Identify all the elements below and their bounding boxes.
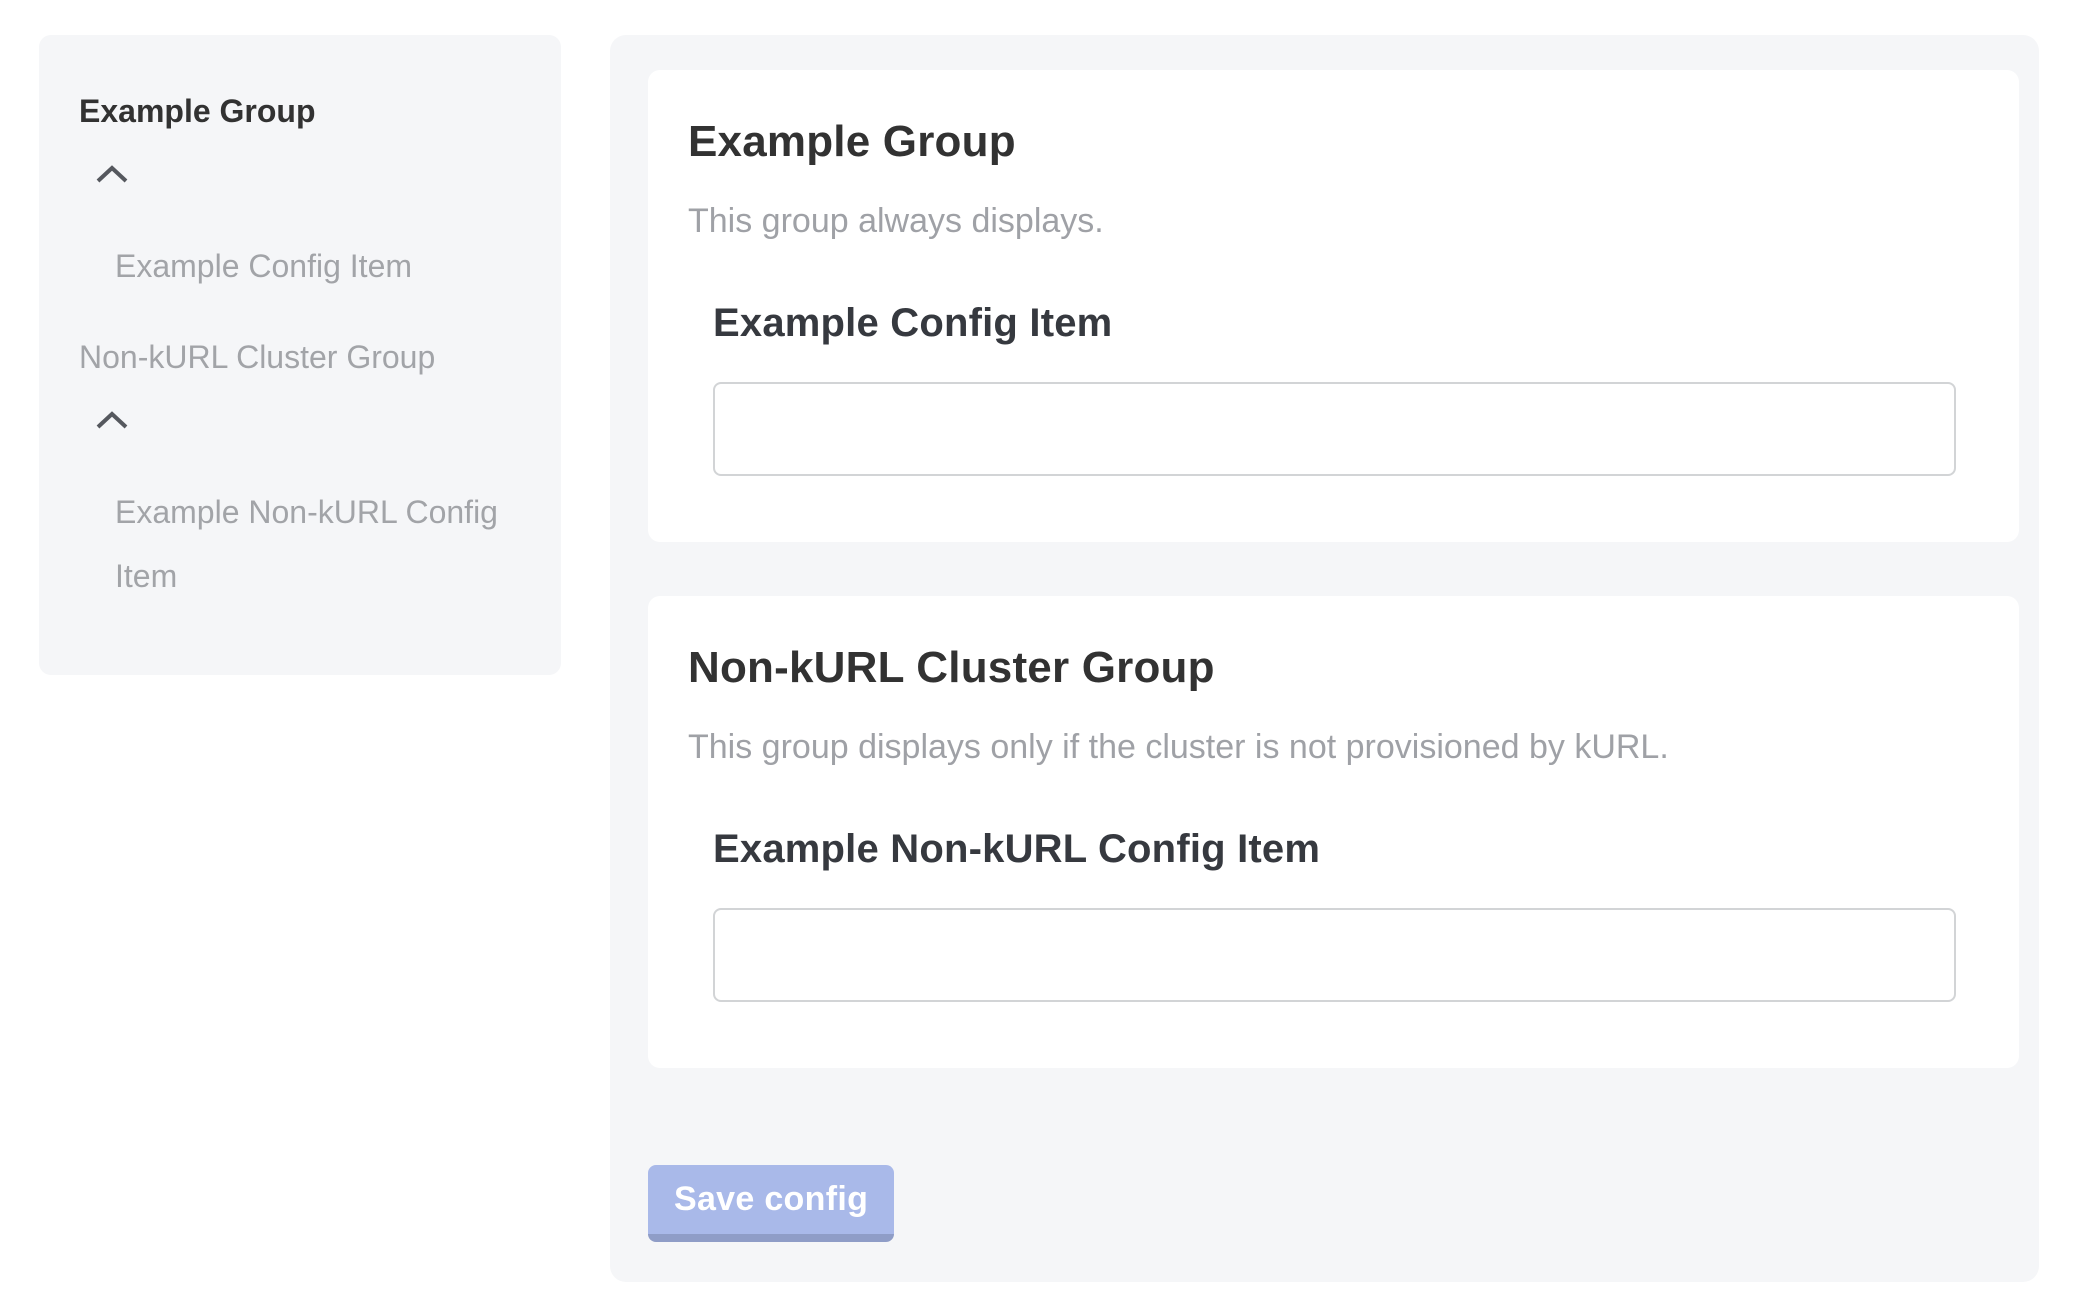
group-description: This group displays only if the cluster …	[688, 725, 1979, 769]
example-config-item-input[interactable]	[713, 382, 1956, 476]
config-field: Example Config Item	[713, 301, 1956, 476]
nav-group-label[interactable]: Non-kURL Cluster Group	[79, 325, 533, 389]
example-non-kurl-config-item-input[interactable]	[713, 908, 1956, 1002]
group-title: Non-kURL Cluster Group	[688, 642, 1979, 695]
config-group-card-example-group: Example Group This group always displays…	[648, 70, 2019, 542]
config-nav: Example Group Example Config Item Non-kU…	[79, 79, 533, 608]
config-field: Example Non-kURL Config Item	[713, 827, 1956, 1002]
nav-group-label[interactable]: Example Group	[79, 79, 533, 143]
chevron-up-icon[interactable]	[95, 143, 129, 207]
nav-group-non-kurl-cluster-group[interactable]: Non-kURL Cluster Group	[79, 325, 533, 453]
nav-group-example-group[interactable]: Example Group	[79, 79, 533, 207]
nav-item-label[interactable]: Example Config Item	[79, 234, 533, 298]
config-page: Example Group Example Config Item Non-kU…	[0, 0, 2084, 1282]
save-config-button[interactable]: Save config	[648, 1165, 894, 1242]
group-title: Example Group	[688, 116, 1979, 169]
group-description: This group always displays.	[688, 199, 1979, 243]
field-label: Example Non-kURL Config Item	[713, 827, 1956, 872]
nav-item-example-config-item[interactable]: Example Config Item	[79, 234, 533, 298]
config-main-panel: Example Group This group always displays…	[610, 35, 2039, 1282]
nav-item-label[interactable]: Example Non-kURL Config Item	[79, 480, 533, 608]
field-label: Example Config Item	[713, 301, 1956, 346]
chevron-up-icon[interactable]	[95, 389, 129, 453]
config-nav-sidebar: Example Group Example Config Item Non-kU…	[39, 35, 561, 675]
config-group-card-non-kurl-cluster-group: Non-kURL Cluster Group This group displa…	[648, 596, 2019, 1068]
nav-item-example-non-kurl-config-item[interactable]: Example Non-kURL Config Item	[79, 480, 533, 608]
